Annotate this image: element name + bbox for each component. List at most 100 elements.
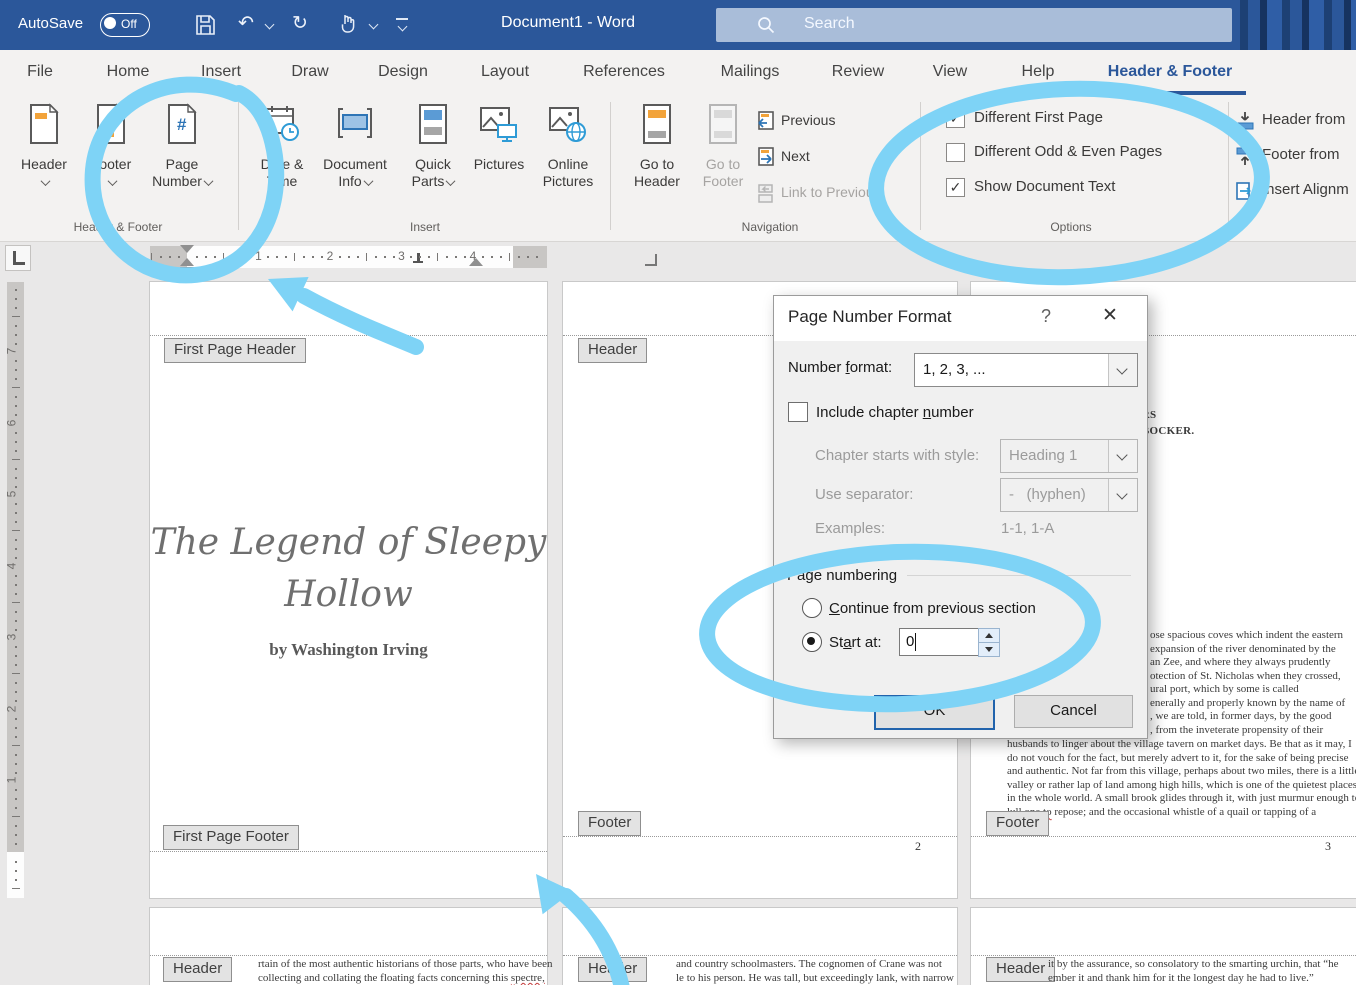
label-accelerator: n [923,404,931,421]
date-time-button[interactable]: Date &Time [247,103,317,215]
online-pictures-button[interactable]: OnlinePictures [533,103,603,215]
vertical-ruler[interactable]: 7 6 5 4 3 2 1 [7,282,24,898]
horizontal-ruler[interactable]: 1 2 3 4 [150,246,547,268]
ruler-number: 7 [4,348,18,355]
ruler-tick [15,879,17,881]
link-to-previous-icon [755,182,777,204]
undo-dropdown-icon[interactable] [265,20,275,30]
chapter-style-select: Heading 1 [1000,439,1138,473]
tab-view[interactable]: View [933,63,967,81]
page-number-button[interactable]: # PageNumber [147,103,217,215]
close-icon[interactable]: ✕ [1096,304,1124,327]
tab-draw[interactable]: Draw [291,63,328,81]
tab-references[interactable]: References [583,63,665,81]
ruler-tick [303,256,305,258]
page-5[interactable]: Header and country schoolmasters. The co… [563,908,957,985]
goto-footer-label-1: Go to [706,156,740,172]
checkbox-label: Show Document Text [974,178,1115,195]
spinner-down-button[interactable] [978,642,1000,657]
document-info-label-2: Info [338,173,361,189]
ruler-number: 4 [4,563,18,570]
header-icon [27,103,61,145]
online-pictures-icon [547,103,589,145]
dropdown-button[interactable] [1108,354,1137,386]
dialog-title-bar[interactable]: Page Number Format ? ✕ [774,296,1147,341]
label-text: Number [788,359,846,376]
undo-icon[interactable]: ↶ [238,12,254,36]
body-line: , we are told, in former days, by the go… [1150,710,1331,722]
tab-mailings[interactable]: Mailings [721,63,780,81]
spinner-up-button[interactable] [978,628,1000,643]
document-info-icon [335,103,375,145]
header-tag: Header [986,957,1055,982]
tab-review[interactable]: Review [832,63,884,81]
ruler-tick [15,691,17,693]
checkbox-unchecked-icon [946,143,965,162]
tab-header-footer[interactable]: Header & Footer [1108,63,1232,81]
customize-qat-icon[interactable] [396,18,408,20]
page-number-2: 2 [915,839,921,854]
number-format-select[interactable]: 1, 2, 3, ... [914,353,1138,387]
tab-layout[interactable]: Layout [481,63,529,81]
ruler-tick [15,521,17,523]
hanging-indent-marker[interactable] [180,258,194,266]
body-line: an Zee, and where they always prudently [1150,656,1331,668]
continue-radio-label[interactable]: Continue from previous section [829,600,1036,617]
ruler-tick [536,256,538,258]
customize-qat-chevron-icon[interactable] [398,22,408,32]
chapter-style-label: Chapter starts with style: [815,447,979,464]
ruler-tick [375,256,377,258]
tab-insert[interactable]: Insert [201,63,241,81]
tab-stop-marker[interactable] [413,253,423,263]
start-at-radio-label[interactable]: Start at: [829,634,882,651]
start-at-input[interactable]: 0 [899,628,979,656]
ok-button[interactable]: OK [874,695,995,730]
tab-help[interactable]: Help [1022,63,1055,81]
start-at-radio[interactable] [802,632,822,652]
tab-design[interactable]: Design [378,63,428,81]
tab-home[interactable]: Home [107,63,150,81]
quick-parts-label-2: Parts [412,173,445,189]
include-chapter-checkbox[interactable] [788,402,808,422]
tab-file[interactable]: File [27,63,53,81]
quick-parts-button[interactable]: QuickParts [398,103,468,215]
page-1[interactable]: First Page Header The Legend of Sleepy H… [150,282,547,898]
right-indent-marker[interactable] [469,258,483,266]
page-4[interactable]: Header rtain of the most authentic histo… [150,908,547,985]
vertical-ruler-text-area [7,852,24,898]
left-indent-marker[interactable] [180,267,196,275]
goto-header-button[interactable]: Go toHeader [622,103,692,215]
redo-icon[interactable]: ↻ [292,12,308,36]
start-at-spinner[interactable] [978,628,998,656]
ribbon-divider [1228,102,1229,230]
page-6[interactable]: Header it by the assurance, so consolato… [971,908,1356,985]
autosave-toggle[interactable]: Off [100,13,150,37]
pictures-button[interactable]: Pictures [464,103,534,215]
search-input[interactable]: Search [716,8,1232,42]
touch-mode-dropdown-icon[interactable] [369,20,379,30]
ruler-tick [15,584,17,586]
continue-radio[interactable] [802,598,822,618]
cancel-button[interactable]: Cancel [1014,695,1133,728]
ruler-tick [15,325,17,327]
ruler-tick [12,745,20,746]
autosave-state: Off [121,17,137,31]
ruler-number: 6 [4,420,18,427]
ruler-tick [205,256,207,258]
ruler-tick [15,772,17,774]
body-line: ose spacious coves which indent the east… [1150,629,1343,641]
footer-button[interactable]: Footer [76,103,146,215]
header-tag: Header [163,957,232,982]
ruler-tick [15,432,17,434]
first-line-indent-marker[interactable] [180,245,194,253]
tab-selector[interactable] [5,245,31,271]
save-icon[interactable] [193,13,217,37]
ribbon-divider [920,102,921,230]
label-text: ormat: [850,359,893,376]
header-button[interactable]: Header [9,103,79,215]
body-line: otection of St. Nicholas when they cross… [1150,670,1341,682]
touch-mouse-mode-icon[interactable] [338,12,360,36]
ruler-tick [15,477,17,479]
document-info-button[interactable]: DocumentInfo [320,103,390,215]
help-icon[interactable]: ? [1034,306,1058,327]
